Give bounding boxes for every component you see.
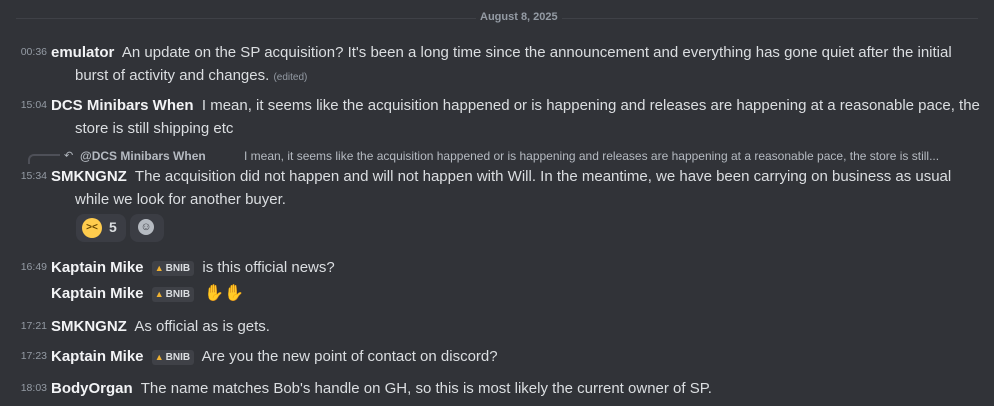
trophy-icon: ▲ [154,263,164,273]
message-author[interactable]: SMKNGNZ [51,168,127,185]
message-text-continued: store is still shipping etc [75,120,234,137]
reaction-count: 5 [109,219,117,235]
role-tag[interactable]: ▲ BNIB [151,261,195,276]
trophy-icon: ▲ [154,352,164,362]
reply-author[interactable]: @DCS Minibars When [80,149,206,163]
reply-text[interactable]: I mean, it seems like the acquisition ha… [244,149,939,163]
raising-hands-emoji: ✋✋ [204,285,245,302]
role-tag-label: BNIB [165,289,191,300]
trophy-icon: ▲ [154,289,164,299]
message-text-continued: while we look for another buyer. [75,191,286,208]
message-text: The name matches Bob's handle on GH, so … [140,380,712,397]
smiley-face-icon: ☺ [138,219,154,235]
message-timestamp[interactable]: 15:34 [19,170,47,182]
role-tag[interactable]: ▲ BNIB [151,287,195,302]
message-text: Are you the new point of contact on disc… [201,348,498,365]
date-divider: August 8, 2025 [16,8,978,28]
message-author[interactable]: Kaptain Mike [51,259,144,276]
message-text: is this official news? [202,259,335,276]
message-text: An update on the SP acquisition? It's be… [121,44,952,61]
message-author[interactable]: Kaptain Mike [51,285,144,302]
message-text: As official as is gets. [134,318,270,335]
reply-spine [28,154,60,164]
message-timestamp[interactable]: 15:04 [19,99,47,111]
date-divider-label: August 8, 2025 [476,11,562,23]
message-text: The acquisition did not happen and will … [134,168,952,185]
message-timestamp[interactable]: 16:49 [19,261,47,273]
reply-arrow-icon: ↶ [64,150,74,162]
message-text-continued: burst of activity and changes. [75,67,270,84]
weary-face-emoji: >< [82,218,102,238]
add-reaction-button[interactable]: ☺ [130,214,164,242]
message-author[interactable]: BodyOrgan [51,380,133,397]
role-tag[interactable]: ▲ BNIB [151,350,195,365]
role-tag-label: BNIB [165,352,191,363]
role-tag-label: BNIB [165,263,191,274]
message-timestamp[interactable]: 18:03 [19,382,47,394]
reply-reference[interactable]: ↶ @DCS Minibars When I mean, it seems li… [28,149,984,165]
message-author[interactable]: SMKNGNZ [51,318,127,335]
message-author[interactable]: Kaptain Mike [51,348,144,365]
edited-label: (edited) [273,72,308,83]
message-author[interactable]: emulator [51,44,114,61]
message-text: I mean, it seems like the acquisition ha… [201,97,980,114]
message-timestamp[interactable]: 00:36 [19,46,47,58]
reaction-button[interactable]: >< 5 [76,214,126,242]
message-author[interactable]: DCS Minibars When [51,97,194,114]
message-timestamp[interactable]: 17:23 [19,350,47,362]
message-timestamp[interactable]: 17:21 [19,320,47,332]
